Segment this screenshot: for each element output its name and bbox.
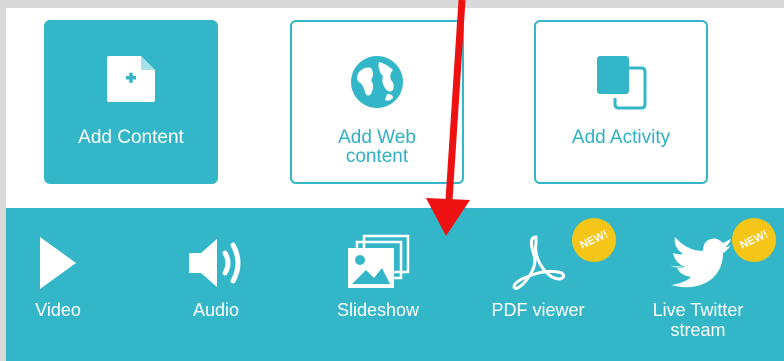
video-label: Video xyxy=(35,300,81,320)
add-activity-label: Add Activity xyxy=(571,127,671,148)
video-button[interactable]: Video xyxy=(0,208,128,361)
copy-pages-icon xyxy=(536,54,706,110)
slideshow-label: Slideshow xyxy=(336,300,420,320)
add-activity-tile[interactable]: Add Activity xyxy=(534,20,708,184)
slideshow-button[interactable]: Slideshow xyxy=(308,208,448,361)
add-content-label: Add Content xyxy=(78,127,184,148)
live-twitter-button[interactable]: NEW! Live Twitter stream xyxy=(628,208,784,361)
audio-label: Audio xyxy=(192,300,240,320)
speaker-icon xyxy=(146,232,286,294)
audio-button[interactable]: Audio xyxy=(146,208,286,361)
pdf-viewer-button[interactable]: NEW! PDF viewer xyxy=(468,208,624,361)
add-file-icon xyxy=(46,54,216,108)
add-web-content-tile[interactable]: Add Web content xyxy=(290,20,464,184)
media-bar: Video Audio Slideshow NEW! PDF viewer NE… xyxy=(6,208,784,361)
globe-icon xyxy=(292,54,462,108)
add-web-content-label: Add Web content xyxy=(338,127,416,167)
pdf-viewer-label: PDF viewer xyxy=(491,300,585,320)
images-stack-icon xyxy=(308,232,448,294)
add-content-tile[interactable]: Add Content xyxy=(44,20,218,184)
content-type-panel: Add Content Add Web content Add Activity xyxy=(6,8,784,208)
live-twitter-label: Live Twitter stream xyxy=(652,300,744,340)
play-icon xyxy=(0,232,128,294)
